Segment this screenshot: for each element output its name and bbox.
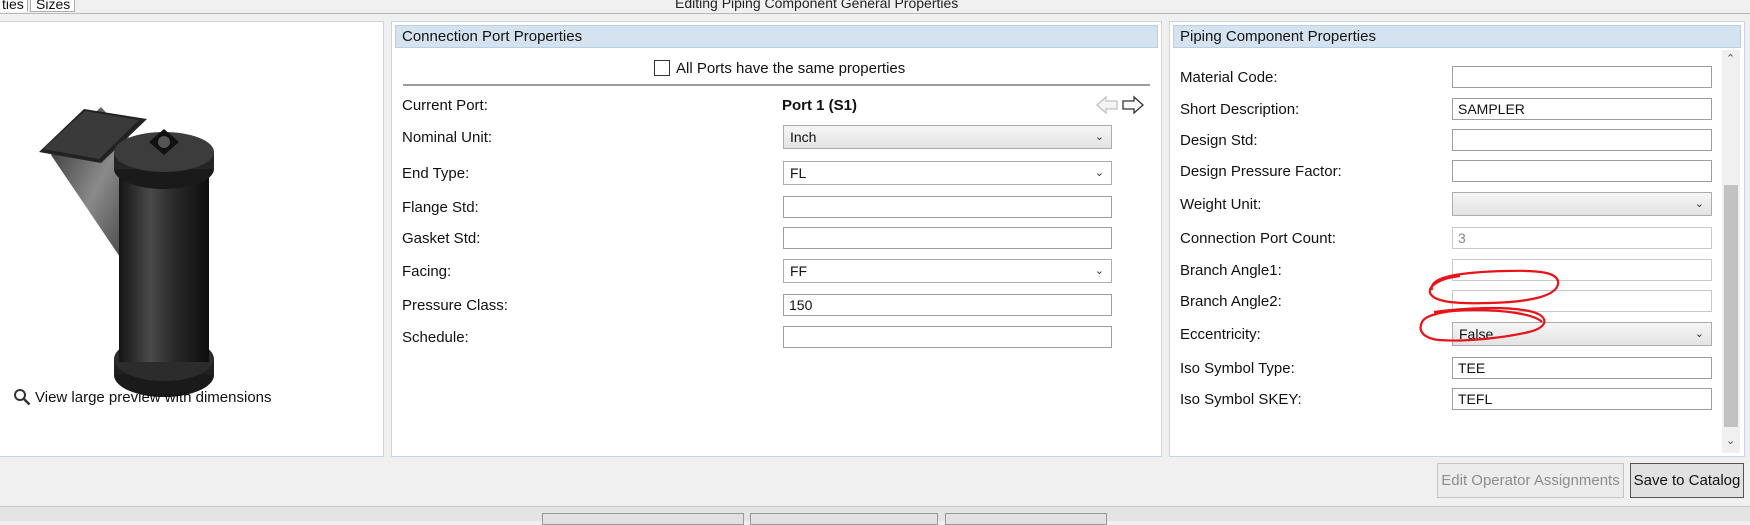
material-code-row: Material Code:	[1170, 64, 1744, 92]
chevron-down-icon: ⌄	[1694, 198, 1704, 210]
gasket-std-input[interactable]	[783, 227, 1112, 249]
iso-symbol-skey-row: Iso Symbol SKEY: TEFL	[1170, 386, 1744, 414]
short-description-input[interactable]: SAMPLER	[1452, 98, 1712, 120]
connection-port-count-input: 3	[1452, 227, 1712, 249]
connection-port-panel-title: Connection Port Properties	[395, 25, 1158, 48]
title-bar: ties Sizes Editing Piping Component Gene…	[0, 0, 1750, 14]
eccentricity-row: Eccentricity: False ⌄	[1170, 321, 1744, 349]
preview-panel: View large preview with dimensions	[0, 21, 384, 457]
end-type-value: FL	[790, 165, 807, 181]
magnifier-icon	[14, 389, 31, 406]
design-pressure-factor-row: Design Pressure Factor:	[1170, 158, 1744, 186]
current-port-row: Current Port: Port 1 (S1)	[392, 92, 1161, 120]
scrollbar-thumb[interactable]	[1724, 185, 1738, 427]
design-std-row: Design Std:	[1170, 127, 1744, 155]
connection-port-panel: Connection Port Properties All Ports hav…	[391, 21, 1162, 457]
end-type-select[interactable]: FL ⌄	[783, 161, 1112, 185]
pressure-class-label: Pressure Class:	[402, 297, 508, 314]
same-properties-label: All Ports have the same properties	[676, 60, 906, 77]
end-type-label: End Type:	[402, 165, 470, 182]
gasket-std-row: Gasket Std:	[392, 225, 1161, 253]
eccentricity-select[interactable]: False ⌄	[1452, 322, 1712, 346]
iso-symbol-skey-input[interactable]: TEFL	[1452, 388, 1712, 410]
next-port-arrow-icon[interactable]	[1121, 95, 1145, 115]
design-std-input[interactable]	[1452, 129, 1712, 151]
branch-angle1-label: Branch Angle1:	[1180, 262, 1282, 279]
facing-label: Facing:	[402, 263, 452, 280]
branch-angle2-input[interactable]	[1452, 290, 1712, 312]
weight-unit-row: Weight Unit: ⌄	[1170, 191, 1744, 219]
design-pressure-factor-input[interactable]	[1452, 160, 1712, 182]
footer-button[interactable]	[542, 513, 744, 525]
iso-symbol-type-input[interactable]: TEE	[1452, 357, 1712, 379]
pressure-class-row: Pressure Class: 150	[392, 292, 1161, 320]
vertical-scrollbar[interactable]: ⌃ ⌄	[1722, 50, 1740, 453]
piping-component-panel-title: Piping Component Properties	[1173, 25, 1741, 48]
facing-select[interactable]: FF ⌄	[783, 259, 1112, 283]
iso-symbol-type-label: Iso Symbol Type:	[1180, 360, 1295, 377]
chevron-down-icon: ⌄	[1094, 265, 1104, 277]
tab-properties[interactable]: ties	[0, 0, 28, 12]
footer-button[interactable]	[945, 513, 1107, 525]
iso-symbol-skey-label: Iso Symbol SKEY:	[1180, 391, 1302, 408]
view-large-preview-label: View large preview with dimensions	[35, 389, 272, 406]
weight-unit-select[interactable]: ⌄	[1452, 192, 1712, 216]
short-description-label: Short Description:	[1180, 101, 1300, 118]
gasket-std-label: Gasket Std:	[402, 230, 481, 247]
design-pressure-factor-label: Design Pressure Factor:	[1180, 163, 1342, 180]
nominal-unit-value: Inch	[790, 129, 817, 145]
nominal-unit-select[interactable]: Inch ⌄	[783, 125, 1112, 149]
nominal-unit-label: Nominal Unit:	[402, 129, 493, 146]
branch-angle1-input[interactable]	[1452, 259, 1712, 281]
save-to-catalog-button[interactable]: Save to Catalog	[1630, 463, 1744, 498]
separator	[403, 84, 1150, 86]
footer-bar	[0, 506, 1750, 525]
facing-value: FF	[790, 263, 808, 279]
previous-port-arrow-icon[interactable]	[1095, 95, 1119, 115]
tab-label: ties	[2, 0, 24, 12]
chevron-down-icon: ⌄	[1094, 167, 1104, 179]
short-description-row: Short Description: SAMPLER	[1170, 96, 1744, 124]
footer-button[interactable]	[750, 513, 938, 525]
flange-std-row: Flange Std:	[392, 194, 1161, 222]
window-title: Editing Piping Component General Propert…	[675, 0, 959, 11]
schedule-input[interactable]	[783, 326, 1112, 348]
iso-symbol-type-row: Iso Symbol Type: TEE	[1170, 355, 1744, 383]
flange-std-input[interactable]	[783, 196, 1112, 218]
nominal-unit-row: Nominal Unit: Inch ⌄	[392, 124, 1161, 152]
material-code-input[interactable]	[1452, 66, 1712, 88]
chevron-down-icon: ⌄	[1694, 328, 1704, 340]
same-properties-checkbox[interactable]	[654, 60, 670, 76]
branch-angle2-row: Branch Angle2:	[1170, 288, 1744, 316]
connection-port-count-label: Connection Port Count:	[1180, 230, 1336, 247]
facing-row: Facing: FF ⌄	[392, 258, 1161, 286]
flange-std-label: Flange Std:	[402, 199, 479, 216]
branch-angle2-label: Branch Angle2:	[1180, 293, 1282, 310]
scroll-up-icon[interactable]: ⌃	[1726, 52, 1735, 65]
tab-label: Sizes	[36, 0, 71, 12]
connection-port-count-row: Connection Port Count: 3	[1170, 225, 1744, 253]
tab-sizes[interactable]: Sizes	[30, 0, 75, 12]
branch-angle1-row: Branch Angle1:	[1170, 257, 1744, 285]
pressure-class-input[interactable]: 150	[783, 294, 1112, 316]
weight-unit-label: Weight Unit:	[1180, 196, 1262, 213]
eccentricity-value: False	[1459, 326, 1494, 342]
same-properties-checkbox-row[interactable]: All Ports have the same properties	[652, 58, 952, 78]
material-code-label: Material Code:	[1180, 69, 1278, 86]
eccentricity-label: Eccentricity:	[1180, 326, 1261, 343]
end-type-row: End Type: FL ⌄	[392, 160, 1161, 188]
schedule-label: Schedule:	[402, 329, 469, 346]
current-port-value: Port 1 (S1)	[782, 97, 858, 114]
design-std-label: Design Std:	[1180, 132, 1258, 149]
edit-operator-assignments-button[interactable]: Edit Operator Assignments	[1437, 463, 1624, 498]
chevron-down-icon: ⌄	[1094, 131, 1104, 143]
piping-component-panel: Piping Component Properties Material Cod…	[1169, 21, 1745, 457]
current-port-label: Current Port:	[402, 97, 488, 114]
component-preview-image	[39, 107, 214, 397]
scroll-down-icon[interactable]: ⌄	[1726, 434, 1735, 447]
schedule-row: Schedule:	[392, 324, 1161, 352]
